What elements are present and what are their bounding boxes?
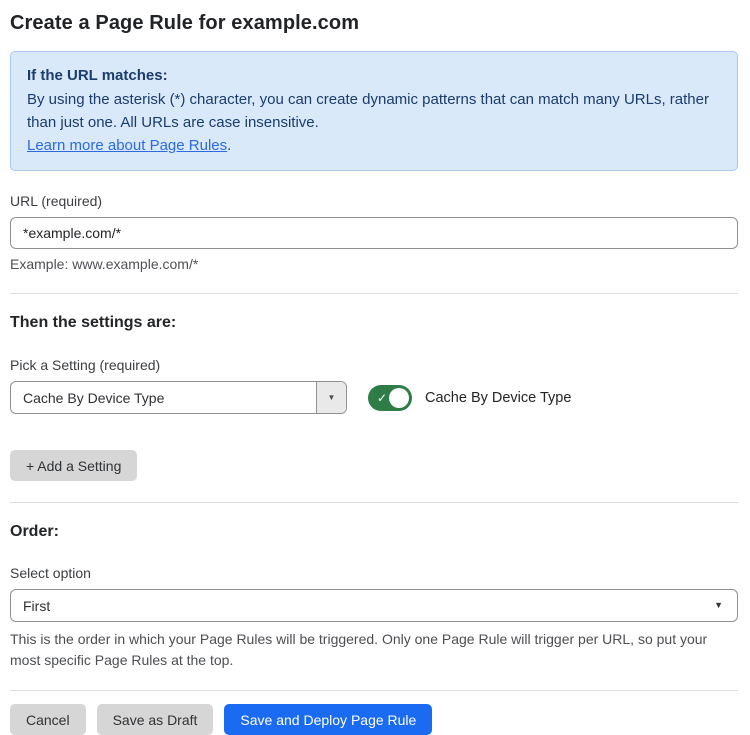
- pick-setting-label: Pick a Setting (required): [10, 357, 738, 373]
- toggle-knob: [389, 388, 409, 408]
- info-box-body: By using the asterisk (*) character, you…: [27, 88, 721, 134]
- select-option-label: Select option: [10, 565, 738, 581]
- order-section-heading: Order:: [10, 523, 738, 541]
- divider: [10, 690, 738, 691]
- page-title: Create a Page Rule for example.com: [10, 12, 738, 35]
- cache-device-toggle[interactable]: ✓: [368, 385, 412, 411]
- link-suffix: .: [227, 137, 231, 154]
- learn-more-link[interactable]: Learn more about Page Rules: [27, 137, 227, 154]
- url-example-helper: Example: www.example.com/*: [10, 256, 738, 272]
- save-as-draft-button[interactable]: Save as Draft: [97, 704, 214, 735]
- divider: [10, 293, 738, 294]
- url-input[interactable]: [10, 217, 738, 249]
- order-select[interactable]: First ▼: [10, 589, 738, 622]
- chevron-down-icon: ▼: [714, 601, 723, 610]
- setting-row: Cache By Device Type ▼ ✓ Cache By Device…: [10, 381, 738, 414]
- create-page-rule-form: Create a Page Rule for example.com If th…: [0, 0, 750, 735]
- setting-select[interactable]: Cache By Device Type ▼: [10, 381, 347, 414]
- add-setting-button[interactable]: + Add a Setting: [10, 450, 137, 481]
- footer-actions: Cancel Save as Draft Save and Deploy Pag…: [10, 704, 738, 735]
- setting-select-value: Cache By Device Type: [11, 390, 164, 406]
- order-helper-text: This is the order in which your Page Rul…: [10, 629, 736, 671]
- divider: [10, 502, 738, 503]
- order-select-value: First: [11, 598, 50, 614]
- info-box-heading: If the URL matches:: [27, 64, 721, 87]
- toggle-label: Cache By Device Type: [425, 390, 571, 406]
- save-and-deploy-button[interactable]: Save and Deploy Page Rule: [224, 704, 432, 735]
- chevron-down-icon: ▼: [328, 394, 336, 402]
- url-label: URL (required): [10, 193, 738, 209]
- check-icon: ✓: [377, 392, 387, 404]
- settings-section-heading: Then the settings are:: [10, 314, 738, 332]
- cancel-button[interactable]: Cancel: [10, 704, 86, 735]
- url-match-info-box: If the URL matches: By using the asteris…: [10, 51, 738, 171]
- setting-select-arrow-button[interactable]: ▼: [316, 382, 346, 413]
- info-box-link-row: Learn more about Page Rules.: [27, 134, 721, 157]
